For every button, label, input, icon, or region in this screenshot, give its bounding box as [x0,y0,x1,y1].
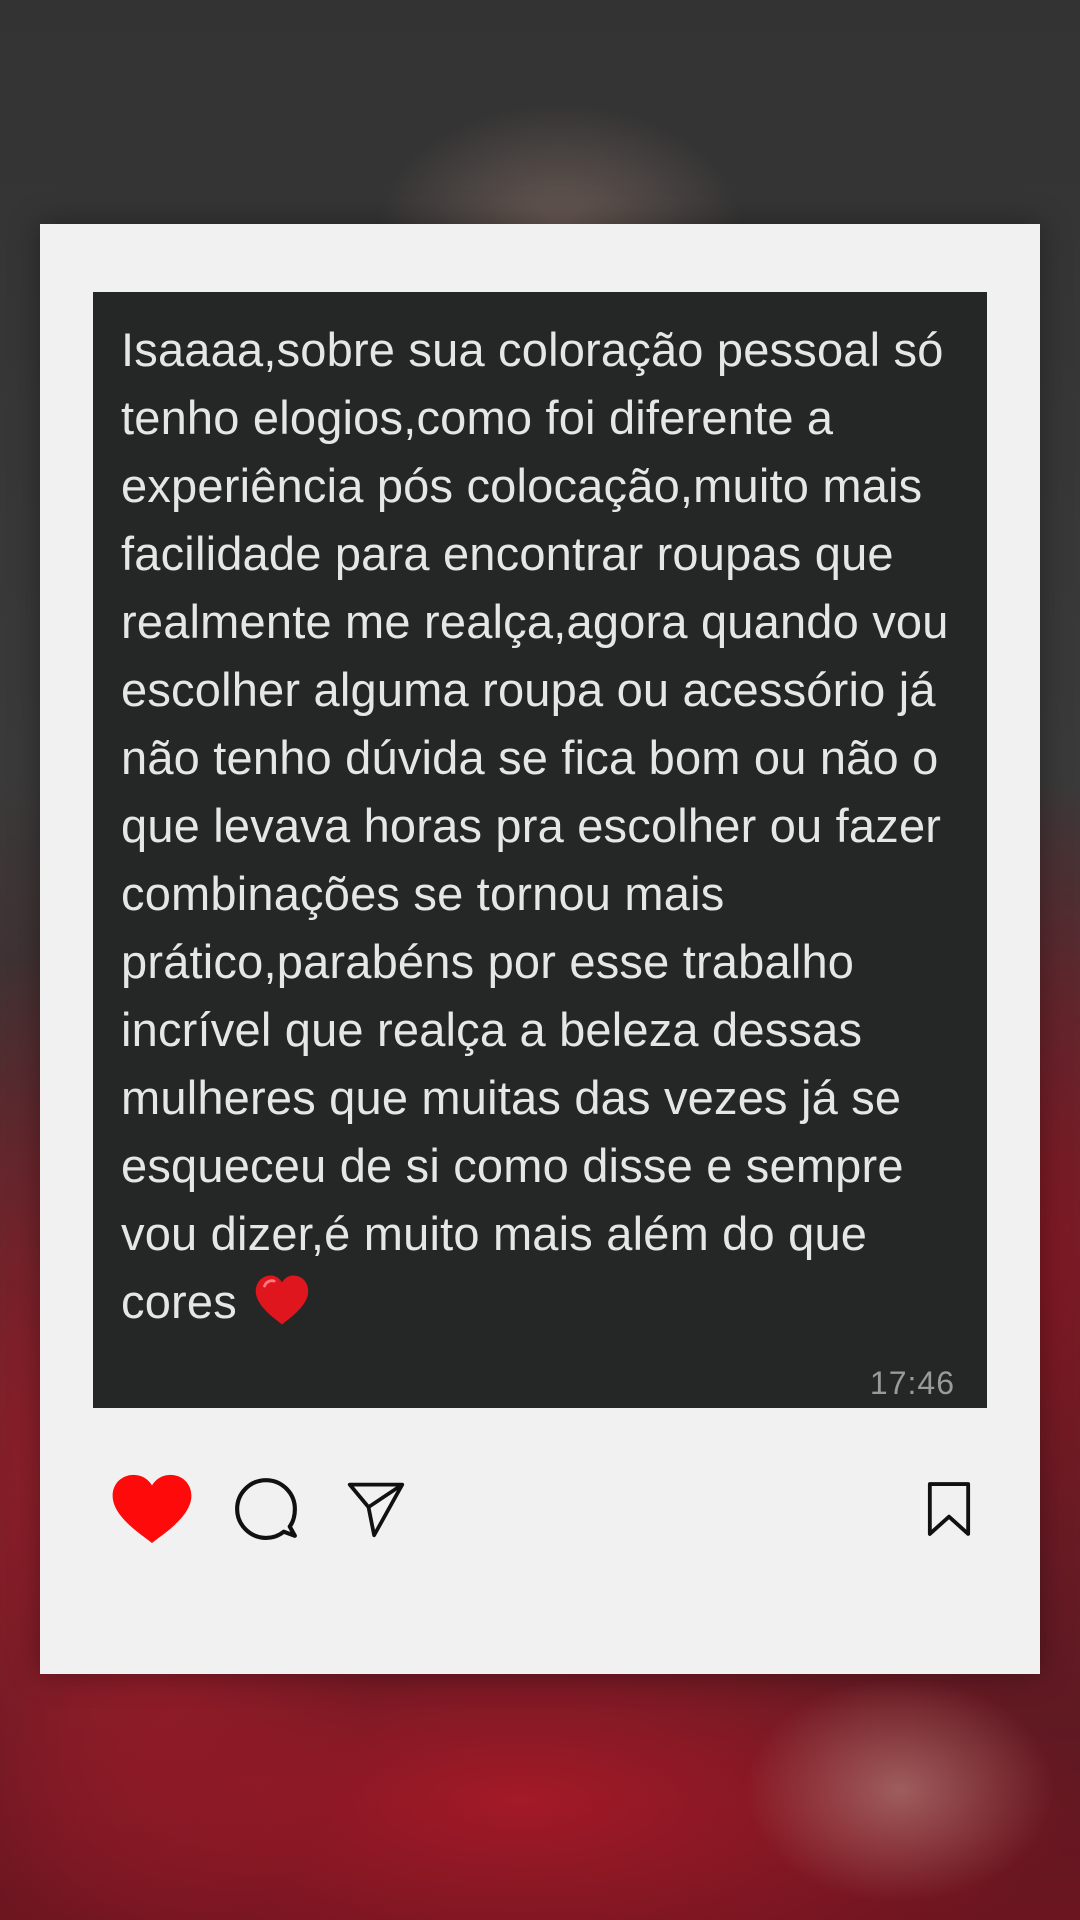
save-button[interactable] [922,1469,976,1549]
red-heart-emoji-icon [255,1275,309,1325]
message-body: Isaaaa,sobre sua coloração pessoal só te… [121,316,959,1336]
share-button[interactable] [342,1469,410,1549]
heart-filled-icon [112,1474,192,1544]
chat-message-screenshot: Isaaaa,sobre sua coloração pessoal só te… [93,292,987,1408]
bookmark-icon [927,1482,971,1536]
like-button[interactable] [108,1469,196,1549]
comment-bubble-icon [235,1478,297,1540]
message-text: Isaaaa,sobre sua coloração pessoal só te… [121,323,962,1328]
post-card: Isaaaa,sobre sua coloração pessoal só te… [40,224,1040,1674]
message-timestamp: 17:46 [869,1365,955,1401]
post-action-bar [40,1469,1040,1559]
comment-button[interactable] [230,1469,302,1549]
paper-plane-icon [347,1482,405,1538]
